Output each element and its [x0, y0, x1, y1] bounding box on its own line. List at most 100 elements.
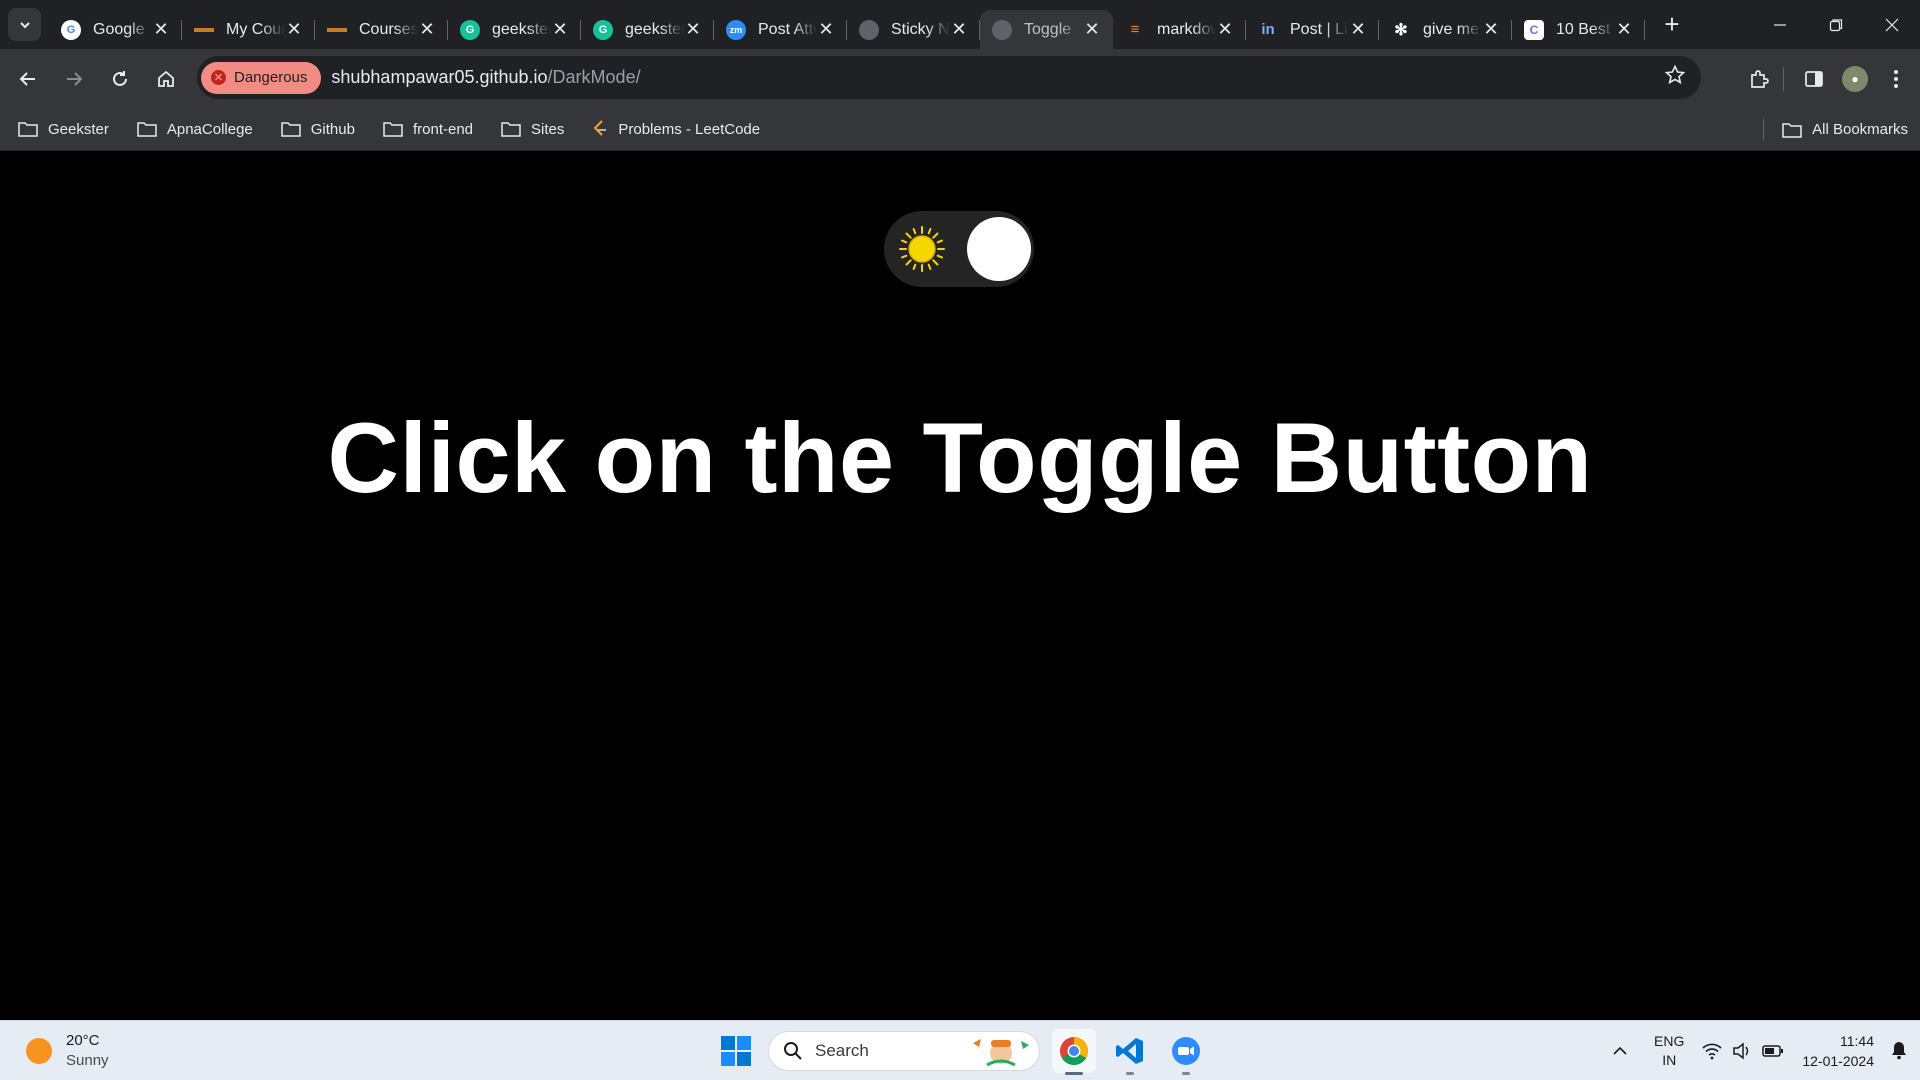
- bookmark-geekster[interactable]: Geekster: [0, 113, 121, 145]
- close-icon[interactable]: ✕: [418, 19, 436, 40]
- running-indicator: [1126, 1072, 1134, 1075]
- bookmark-front-end[interactable]: front-end: [367, 113, 485, 145]
- bookmark-sites[interactable]: Sites: [485, 113, 576, 145]
- bookmark-star-button[interactable]: [1664, 64, 1686, 90]
- tab-10-best[interactable]: C 10 Best ✕: [1512, 10, 1645, 49]
- close-icon[interactable]: ✕: [817, 19, 835, 40]
- close-icon[interactable]: ✕: [152, 19, 170, 40]
- avatar-icon: ●: [1851, 71, 1859, 86]
- restore-button[interactable]: [1808, 0, 1864, 49]
- taskbar-chrome[interactable]: [1052, 1029, 1096, 1075]
- clock-time: 11:44: [1840, 1033, 1874, 1049]
- geekster-icon: [327, 20, 347, 40]
- close-icon[interactable]: ✕: [950, 19, 968, 40]
- clock[interactable]: 11:44 12-01-2024: [1802, 1031, 1874, 1071]
- extensions-button[interactable]: [1739, 59, 1779, 99]
- new-tab-button[interactable]: +: [1655, 8, 1689, 42]
- folder-icon: [501, 122, 521, 137]
- folder-icon: [1782, 122, 1802, 138]
- tab-search-button[interactable]: [8, 8, 41, 41]
- weather-widget[interactable]: 20°C Sunny: [26, 1031, 109, 1071]
- side-panel-button[interactable]: [1794, 59, 1834, 99]
- tab-geekster-1[interactable]: G geekster ✕: [448, 10, 581, 49]
- taskbar-zoom[interactable]: [1164, 1029, 1208, 1075]
- taskbar-vscode[interactable]: [1108, 1029, 1152, 1075]
- tab-linkedin[interactable]: in Post | LinkedIn ✕: [1246, 10, 1379, 49]
- show-hidden-icons-button[interactable]: [1612, 1043, 1628, 1059]
- reload-button[interactable]: [100, 59, 140, 99]
- tab-my-courses[interactable]: My Courses ✕: [182, 10, 315, 49]
- forward-button[interactable]: [54, 59, 94, 99]
- tab-strip: G Google ✕ My Courses ✕ Courses ✕ G geek…: [0, 0, 1920, 49]
- system-tray: ENG IN 11:44 12-01-2024: [1612, 1021, 1908, 1080]
- bookmark-label: Sites: [531, 120, 565, 138]
- browser-toolbar: ✕ Dangerous shubhampawar05.github.io/Dar…: [0, 49, 1920, 108]
- search-icon: [784, 1042, 802, 1060]
- back-button[interactable]: [8, 59, 48, 99]
- url-path: /DarkMode/: [547, 67, 641, 87]
- close-icon[interactable]: ✕: [1615, 19, 1633, 40]
- tab-markdown[interactable]: ≡ markdown ✕: [1113, 10, 1246, 49]
- tab-courses[interactable]: Courses ✕: [315, 10, 448, 49]
- menu-button[interactable]: [1876, 59, 1916, 99]
- chrome-icon: [1060, 1037, 1088, 1065]
- close-icon[interactable]: ✕: [1482, 19, 1500, 40]
- language-indicator[interactable]: ENG IN: [1654, 1032, 1684, 1070]
- tab-title: Courses: [359, 20, 418, 38]
- tab-title: My Courses: [226, 20, 285, 38]
- start-button[interactable]: [716, 1031, 756, 1071]
- weather-temp: 20°C: [66, 1032, 100, 1049]
- tab-toggle[interactable]: Toggle ✕: [980, 10, 1113, 49]
- zoom-icon: [1172, 1037, 1200, 1065]
- toggle-knob: [967, 217, 1031, 281]
- taskbar-search[interactable]: Search: [768, 1031, 1040, 1071]
- linkedin-icon: in: [1261, 21, 1275, 38]
- bookmark-github[interactable]: Github: [265, 113, 367, 145]
- bookmark-leetcode[interactable]: Problems - LeetCode: [576, 113, 772, 145]
- dark-mode-toggle[interactable]: [884, 211, 1034, 287]
- weather-text: 20°C Sunny: [66, 1031, 109, 1071]
- close-icon[interactable]: ✕: [1083, 19, 1101, 40]
- url-text[interactable]: shubhampawar05.github.io/DarkMode/: [331, 67, 640, 88]
- bell-icon: [1892, 1041, 1906, 1059]
- clock-date: 12-01-2024: [1802, 1053, 1874, 1069]
- close-icon[interactable]: ✕: [1216, 19, 1234, 40]
- folder-icon: [18, 122, 38, 137]
- url-domain: shubhampawar05.github.io: [331, 67, 548, 87]
- chevron-down-icon: [19, 21, 30, 28]
- running-indicator: [1065, 1072, 1083, 1075]
- close-icon[interactable]: ✕: [1349, 19, 1367, 40]
- minimize-button[interactable]: [1752, 0, 1808, 49]
- folder-icon: [281, 122, 301, 137]
- globe-icon: [859, 19, 879, 40]
- clickup-icon: C: [1524, 19, 1544, 40]
- home-button[interactable]: [146, 59, 186, 99]
- bookmark-apnacollege[interactable]: ApnaCollege: [121, 113, 265, 145]
- tab-give-me[interactable]: ✻ give me ✕: [1379, 10, 1512, 49]
- search-placeholder: Search: [815, 1041, 869, 1060]
- tray-icons[interactable]: [1702, 1042, 1784, 1060]
- all-bookmarks-button[interactable]: All Bookmarks: [1782, 114, 1908, 146]
- tab-title: Post Attendee: [758, 20, 817, 38]
- search-highlight-icon: [973, 1039, 1029, 1067]
- tab-geekster-2[interactable]: G geekster ✕: [581, 10, 714, 49]
- wifi-icon: [1702, 1043, 1722, 1060]
- security-label: Dangerous: [234, 69, 308, 86]
- tab-sticky[interactable]: Sticky Notes ✕: [847, 10, 980, 49]
- weather-sun-icon: [26, 1038, 52, 1064]
- close-icon[interactable]: ✕: [551, 19, 569, 40]
- close-icon[interactable]: ✕: [684, 19, 702, 40]
- bookmark-label: Github: [310, 120, 355, 138]
- reload-icon: [113, 70, 127, 86]
- folder-icon: [383, 122, 403, 137]
- close-icon[interactable]: ✕: [285, 19, 303, 40]
- notifications-button[interactable]: [1890, 1040, 1908, 1063]
- address-bar[interactable]: ✕ Dangerous shubhampawar05.github.io/Dar…: [197, 56, 1701, 99]
- close-window-button[interactable]: [1864, 0, 1920, 49]
- profile-avatar[interactable]: ●: [1842, 65, 1868, 92]
- page-content: Click on the Toggle Button: [0, 151, 1920, 1020]
- tab-google[interactable]: G Google ✕: [49, 10, 182, 49]
- security-chip[interactable]: ✕ Dangerous: [201, 61, 322, 94]
- tab-post-attendee[interactable]: zm Post Attendee ✕: [714, 10, 847, 49]
- page-title: Click on the Toggle Button: [327, 402, 1593, 513]
